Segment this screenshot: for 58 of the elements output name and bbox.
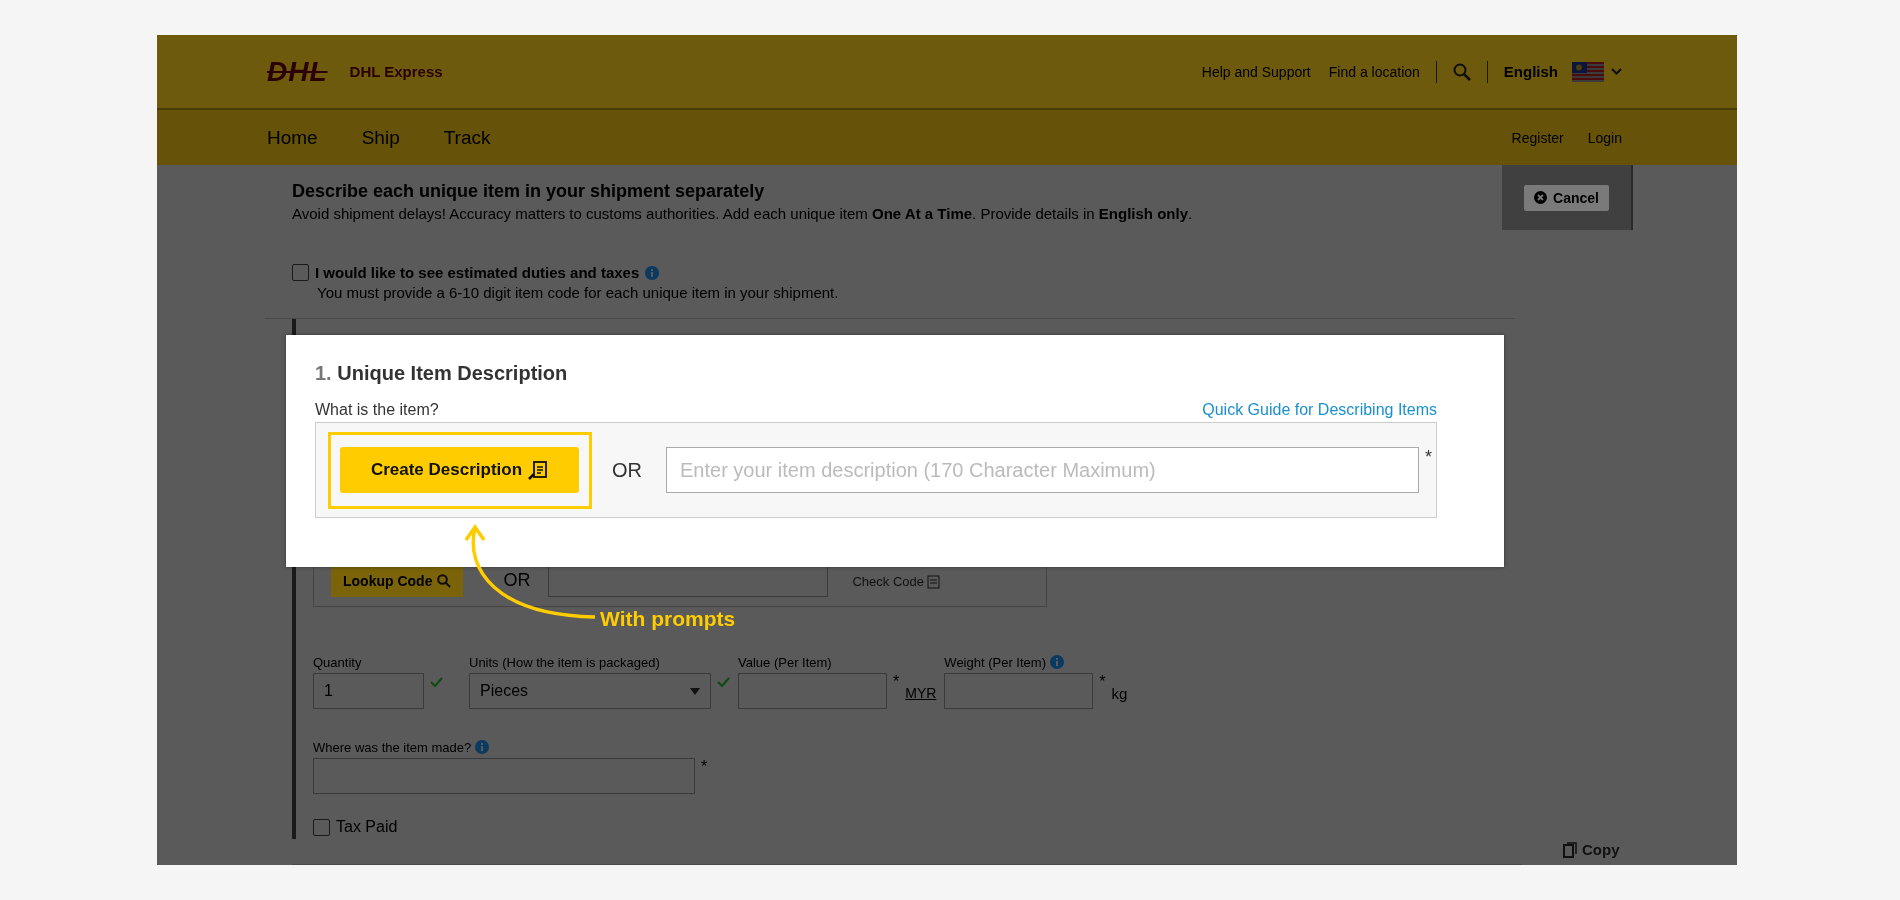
check-code-link[interactable]: Check Code <box>852 574 940 589</box>
flag-icon[interactable] <box>1572 61 1604 82</box>
info-icon <box>645 265 660 280</box>
checkbox[interactable] <box>313 818 330 836</box>
units-select[interactable]: Pieces <box>469 673 711 709</box>
description-input[interactable]: Enter your item description (170 Character Maximum) <box>666 447 1419 493</box>
caret-icon <box>690 687 700 695</box>
dialog-title: 1. Unique Item Description <box>315 362 569 385</box>
input-field[interactable] <box>313 758 695 794</box>
field-label: Units (How the item is packaged) <box>469 654 660 670</box>
or-separator: OR <box>503 570 531 591</box>
intro-text: Avoid shipment delays! Accuracy matters to customs authorities. Add each unique item One At a Time. Provide details in English only. <box>292 205 1194 222</box>
copy-icon <box>1563 841 1577 858</box>
info-icon <box>1050 655 1064 669</box>
unit-label: kg <box>1111 685 1128 702</box>
checkbox-label: I would like to see estimated duties and taxes <box>315 264 640 281</box>
nav-link[interactable]: Ship <box>361 126 400 149</box>
field-label: Quantity <box>313 654 362 670</box>
brand-name: DHL Express <box>349 63 443 80</box>
cancel-button[interactable]: Cancel <box>1524 184 1609 211</box>
hint-text: You must provide a 6-10 digit item code for each unique item in your shipment. <box>317 284 840 301</box>
field-label: Where was the item made? <box>313 739 472 755</box>
language-selector[interactable]: English <box>1503 63 1558 80</box>
nav-link[interactable]: Track <box>443 126 491 149</box>
check-icon <box>430 677 443 687</box>
checkbox-label: Tax Paid <box>336 818 398 836</box>
close-icon <box>1534 191 1548 204</box>
required-mark: * <box>1099 673 1106 691</box>
document-pencil-icon <box>528 459 549 480</box>
chevron-icon[interactable] <box>1611 68 1622 75</box>
nav-link[interactable]: Home <box>267 126 318 149</box>
required-mark: * <box>893 673 900 691</box>
search-icon <box>437 573 452 588</box>
header-link[interactable]: Find a location <box>1328 63 1420 80</box>
annotation-label: With prompts <box>600 607 736 631</box>
info-icon <box>475 740 490 754</box>
section-title: Describe each unique item in your shipment separately <box>292 181 766 202</box>
input-field[interactable] <box>738 673 887 709</box>
input-field[interactable] <box>944 673 1094 709</box>
header-link[interactable]: Help and Support <box>1201 63 1311 80</box>
currency-link[interactable]: MYR <box>905 685 937 701</box>
logo[interactable]: DHL <box>267 55 328 88</box>
or-separator: OR <box>612 458 642 482</box>
input-field[interactable]: 1 <box>313 673 424 709</box>
account-link[interactable]: Register <box>1511 129 1564 146</box>
document-icon <box>927 574 940 589</box>
guide-link[interactable]: Quick Guide for Describing Items <box>1202 401 1437 419</box>
checkbox[interactable] <box>292 264 309 281</box>
check-icon <box>717 677 730 687</box>
search-icon[interactable] <box>1452 62 1471 81</box>
field-label: Weight (Per Item) <box>944 654 1046 670</box>
account-link[interactable]: Login <box>1587 129 1622 146</box>
required-mark: * <box>1425 447 1432 468</box>
create-description-button[interactable]: Create Description <box>340 446 579 493</box>
required-mark: * <box>701 758 708 776</box>
question-label: What is the item? <box>315 401 439 419</box>
field-label: Value (Per Item) <box>738 654 832 670</box>
copy-link[interactable]: Copy <box>1563 841 1620 858</box>
